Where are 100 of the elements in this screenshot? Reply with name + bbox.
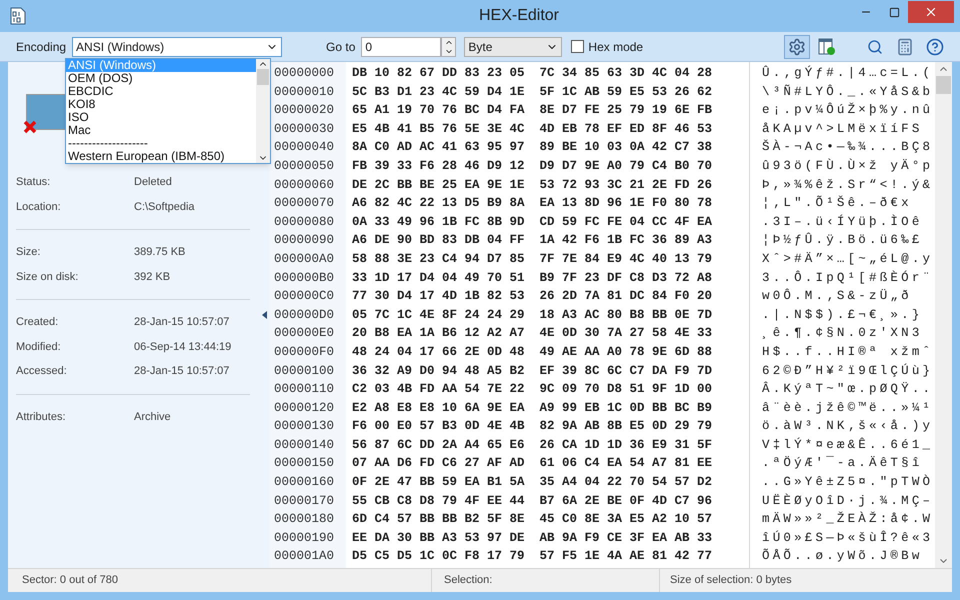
hex-bytes: 5C B3 D1 23 4C 59 D4 1E 5F 1C AB 59 E5 53 26 62: [352, 84, 712, 101]
ascii-text: H$..f..HI®ª xžmˆ: [762, 344, 934, 361]
hex-bytes: 65 A1 19 70 76 BC D4 FA 8E D7 FE 25 79 19 6E FB: [352, 102, 712, 120]
offset-text: 00000030: [274, 120, 336, 138]
ascii-text: UËÈØyOîD·j.¾.MÇ–: [762, 492, 934, 510]
offset-text: 000000E0: [274, 325, 336, 342]
offset-text: 00000000: [274, 65, 336, 82]
encoding-option[interactable]: --------------------: [66, 137, 256, 150]
unit-select[interactable]: Byte: [464, 36, 562, 56]
offset-text: 00000170: [274, 492, 336, 510]
search-icon: [867, 38, 883, 54]
hex-bytes: 07 AA D6 FD C6 27 AF AD 61 06 C4 EA 54 A7 81 EE: [352, 455, 712, 472]
hex-bytes: 8A C0 AD AC 41 63 95 97 89 BE 10 03 0A 42 C7 38: [352, 139, 712, 156]
encoding-option[interactable]: Western European (IBM-850): [66, 150, 256, 163]
hex-bytes: 0F 2E 47 BB 59 EA B1 5A 35 A4 04 22 70 54 57 D2: [352, 474, 712, 492]
encoding-option[interactable]: KOI8: [66, 98, 256, 111]
offset-text: 00000080: [274, 214, 336, 231]
hex-bytes: 0A 33 49 96 1B FC 8B 9D CD 59 FC FE 04 CC 4F EA: [352, 214, 712, 231]
close-icon: [924, 5, 938, 19]
scrollbar[interactable]: [935, 62, 952, 568]
hex-bytes: 36 32 A9 D0 94 48 A5 B2 EF 39 8C 6C C7 DA F9 7D: [352, 362, 712, 380]
info-value: 28-Jan-15 10:57:07: [134, 364, 230, 379]
hex-bytes: FB 39 33 F6 28 46 D9 12 D9 D7 9E A0 79 C4 B0 70: [352, 158, 712, 175]
offset-text: 00000140: [274, 436, 336, 454]
info-value: Deleted: [134, 175, 172, 190]
info-value: 28-Jan-15 10:57:07: [134, 315, 230, 330]
scroll-thumb[interactable]: [936, 76, 951, 94]
offset-text: 00000090: [274, 232, 336, 250]
hex-bytes: 20 B8 EA 1A B6 12 A2 A7 4E 0D 30 7A 27 58 4E 33: [352, 325, 712, 342]
hex-bytes: F6 00 E0 57 B3 0D 4E 4B 82 9A AB 8B E5 0D 29 79: [352, 418, 712, 436]
app-icon: [10, 7, 26, 25]
encoding-select[interactable]: ANSI (Windows): [72, 36, 282, 56]
info-label: Accessed:: [16, 364, 68, 379]
offset-text: 000000C0: [274, 288, 336, 306]
info-value: 06-Sep-14 13:44:19: [134, 340, 232, 354]
encoding-option[interactable]: ISO: [66, 111, 256, 124]
hex-bytes: 77 30 D4 17 4D 1B 82 53 26 2D 7A 81 DC 84 F0 20: [352, 288, 712, 306]
offset-text: 00000150: [274, 455, 336, 472]
ascii-text: û93ö(FÙ.Ù×ž yÄ°p: [762, 158, 934, 175]
close-button[interactable]: [908, 1, 954, 23]
hex-bytes: A6 DE 90 BD 83 DB 04 FF 1A 42 F6 1B FC 36 89 A3: [352, 232, 712, 250]
offset-text: 00000190: [274, 530, 336, 547]
info-value: Archive: [134, 410, 171, 424]
encoding-option[interactable]: OEM (DOS): [66, 72, 256, 85]
hex-bytes: DE 2C BB BE 25 EA 9E 1E 53 72 93 3C 21 2E FD 26: [352, 176, 712, 194]
ascii-text: Û.‚gÝƒ#.|4…c=L.(: [762, 64, 934, 82]
encoding-option[interactable]: EBCDIC: [66, 85, 256, 98]
info-label: Location:: [16, 200, 62, 214]
goto-field[interactable]: 0: [361, 36, 442, 56]
offset-text: 00000010: [274, 84, 336, 101]
offset-text: 00000020: [274, 102, 336, 120]
dropdown-scrollbar[interactable]: [256, 59, 270, 163]
ascii-text: e¡.pv¼ÔúŽ×þ%y.nû: [762, 102, 934, 120]
ascii-text: Þ,»¾%êž.Sr“<!.ý&: [762, 176, 934, 194]
ascii-text: Xˆ>#Ä”×…[~„éL@.y: [762, 250, 934, 268]
offset-text: 00000110: [274, 381, 336, 398]
selection-status: Selection:: [444, 573, 492, 588]
ascii-text: \³Ñ#LYÔ._.«YåS&b: [762, 84, 934, 101]
scroll-thumb[interactable]: [257, 69, 269, 85]
hex-bytes: A6 82 4C 22 13 D5 B9 8A EA 13 8D 96 1E F0 80 78: [352, 195, 712, 212]
hex-bytes: D5 C5 D5 1C 0C F8 17 79 57 F5 1E 4A AE 81 42 77: [352, 548, 712, 566]
ascii-text: mÄW»»²_ŽEÀŽ:å¢.W: [762, 510, 934, 528]
offset-text: 00000180: [274, 511, 336, 528]
hex-bytes: C2 03 4B FD AA 54 7E 22 9C 09 70 D8 51 9F 1D 00: [352, 381, 712, 398]
ascii-text: V‡lÝ*¤eæ&Ê..6é1_: [762, 436, 934, 454]
encoding-option[interactable]: Mac: [66, 124, 256, 137]
hex-mode-checkbox[interactable]: [571, 40, 584, 53]
hex-bytes: 33 1D 17 D4 04 49 70 51 B9 7F 23 DF C8 D3 72 A8: [352, 270, 712, 287]
encoding-label: Encoding: [16, 38, 66, 56]
hex-bytes: 55 CB C8 D8 79 4F EE 44 B7 6A 2E BE 0F 4D C7 96: [352, 492, 712, 510]
offset-text: 00000070: [274, 195, 336, 212]
ascii-text: ..G»Yê±Z5¤."pTWÒ: [762, 474, 934, 492]
ascii-text: .3I–.ü‹ÍYüþ.ÌOê: [762, 214, 923, 231]
hex-bytes: 58 88 3E 23 C4 94 D7 85 7F 7E 84 E9 4C 40 13 79: [352, 250, 712, 268]
info-label: Attributes:: [16, 410, 67, 424]
offset-text: 000001A0: [274, 548, 336, 566]
offset-text: 000000D0: [274, 306, 336, 324]
hex-bytes: 48 24 04 17 66 2E 0D 48 49 AE AA A0 78 9E 6D 88: [352, 344, 712, 361]
offset-text: 00000040: [274, 139, 336, 156]
offset-text: 00000120: [274, 400, 336, 417]
settings-button[interactable]: [784, 34, 810, 58]
hex-bytes: EE DA 30 BB A3 53 97 DE AB 9A F9 CE 3F EA AB 33: [352, 530, 712, 547]
ascii-text: w0Ô.M.‚S&-zÜ„ð: [762, 288, 912, 306]
ascii-text: ¦‚L".Õ¹Šê.–ð€x: [762, 194, 912, 212]
ascii-text: .|.N$$).£¬€¸».}: [762, 306, 923, 324]
goto-label: Go to: [326, 38, 356, 56]
hex-bytes: 56 87 6C DD 2A A4 65 E6 26 CA 1D 1D 36 E9 31 5F: [352, 436, 712, 454]
spin-button[interactable]: [441, 36, 456, 56]
ascii-text: ¸ê.¶.¢§N.0z'XN3: [762, 325, 923, 342]
info-value: C:\Softpedia: [134, 200, 195, 214]
info-label: Size:: [16, 245, 42, 260]
ascii-text: ¦Þ½ƒÛ.ÿ.Bö.ü6‰£: [762, 232, 923, 250]
hex-bytes: 05 7C 1C 4E 8F 24 24 29 18 A3 AC 80 B8 BB 0E 7D: [352, 306, 712, 324]
collapse-arrow-icon[interactable]: [262, 311, 266, 319]
ascii-text: ö.àW³.NK‚š«‹å.)y: [762, 418, 934, 436]
offset-text: 00000100: [274, 362, 336, 380]
info-label: Size on disk:: [16, 270, 80, 284]
offset-text: 00000050: [274, 158, 336, 175]
hex-bytes: E2 A8 E8 E8 10 6A 9E EA A9 99 EB 1C 0D BB BC B9: [352, 400, 712, 417]
info-label: Modified:: [16, 340, 62, 354]
